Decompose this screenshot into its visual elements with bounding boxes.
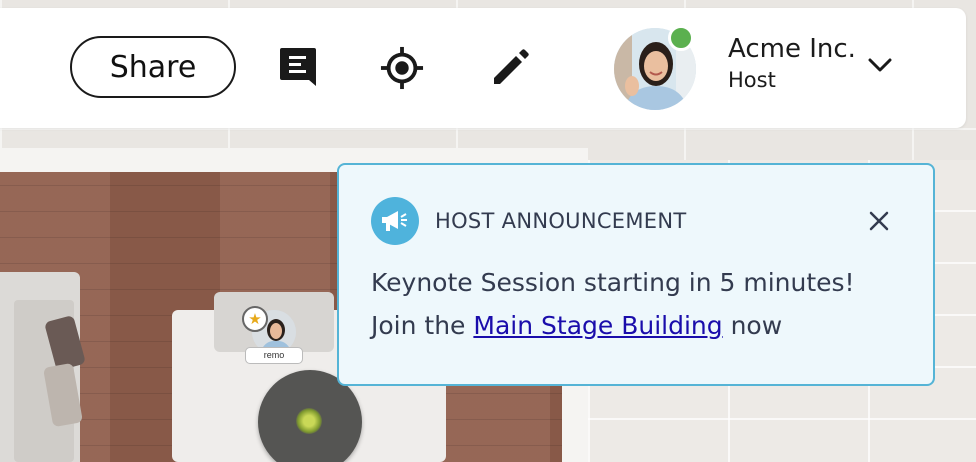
share-button[interactable]: Share xyxy=(70,36,236,98)
user-role: Host xyxy=(728,68,776,92)
organization-name[interactable]: Acme Inc. xyxy=(728,34,856,64)
host-star-icon: ★ xyxy=(242,306,268,332)
announcement-line: Keynote Session starting in 5 minutes! xyxy=(371,268,855,297)
close-icon[interactable] xyxy=(865,207,893,235)
plant-icon xyxy=(296,408,322,434)
chevron-down-icon[interactable] xyxy=(866,52,894,76)
seat-tag: remo xyxy=(245,347,303,364)
online-status-badge xyxy=(668,25,694,51)
megaphone-icon xyxy=(371,197,419,245)
announcement-line: Join the Main Stage Building now xyxy=(371,304,911,347)
user-avatar-wrapper[interactable] xyxy=(614,25,696,110)
announcement-body: Keynote Session starting in 5 minutes! J… xyxy=(371,261,911,347)
locate-icon[interactable] xyxy=(380,44,424,92)
announcement-title: HOST ANNOUNCEMENT xyxy=(435,209,687,233)
host-announcement-panel: HOST ANNOUNCEMENT Keynote Session starti… xyxy=(337,163,935,386)
edit-icon[interactable] xyxy=(488,44,532,92)
notes-icon[interactable] xyxy=(276,44,320,92)
main-stage-link[interactable]: Main Stage Building xyxy=(473,311,722,340)
announcement-suffix: now xyxy=(730,311,783,340)
announcement-prefix: Join the xyxy=(371,311,466,340)
